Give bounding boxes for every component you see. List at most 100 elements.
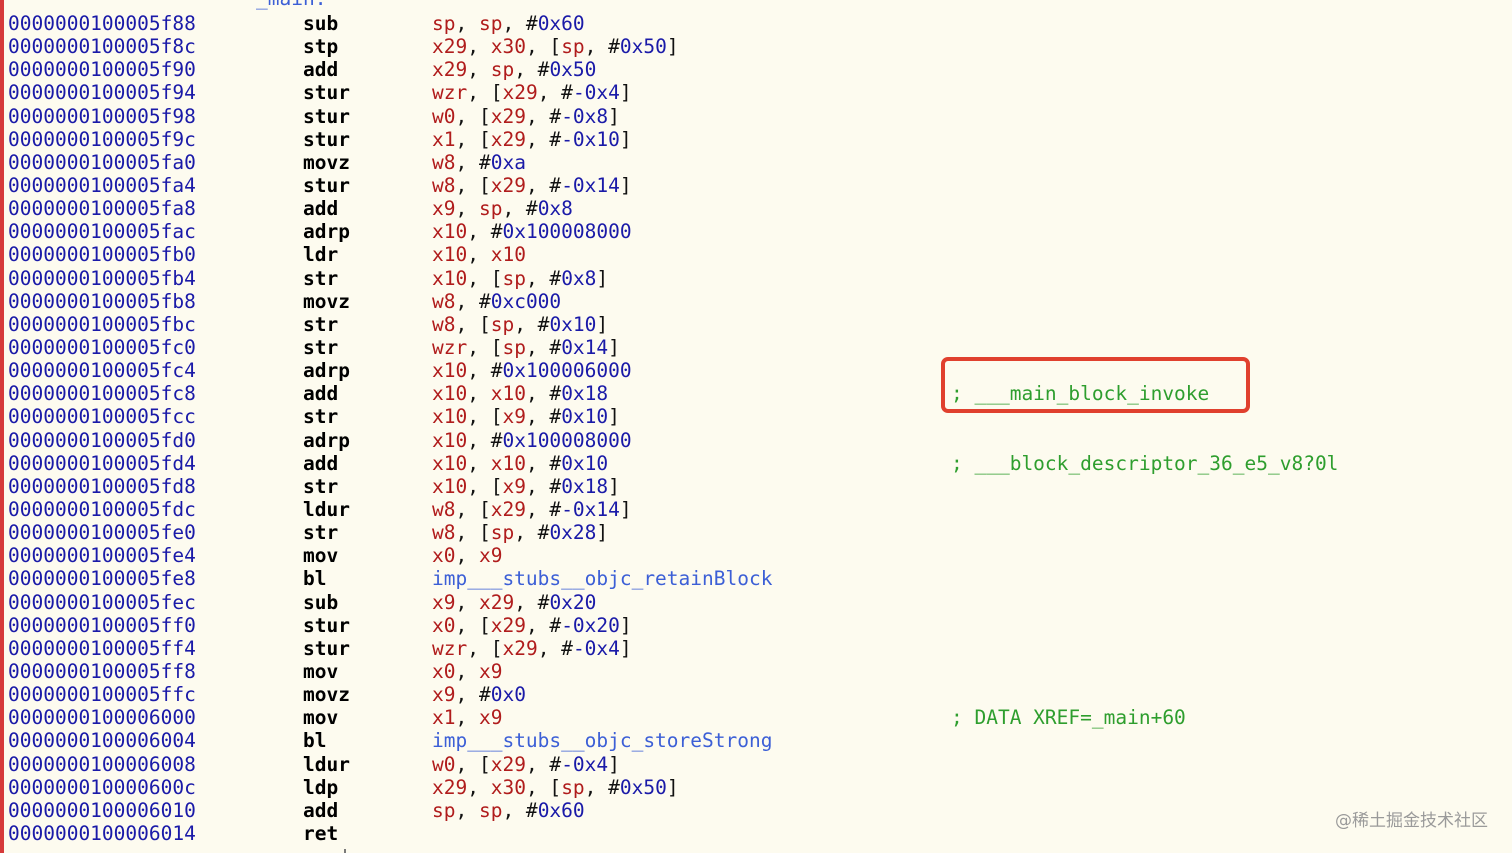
instruction-row[interactable]: 0000000100006008 ldur w0, [x29, #-0x4] [0, 753, 1512, 776]
instruction-address[interactable]: 0000000100005f88 [8, 12, 196, 35]
register-operand[interactable]: x30 [491, 776, 526, 799]
instruction-mnemonic[interactable]: stur [303, 637, 350, 660]
instruction-mnemonic[interactable]: adrp [303, 220, 350, 243]
register-operand[interactable]: x9 [479, 660, 502, 683]
instruction-row[interactable]: 0000000100005fe4 mov x0, x9 [0, 544, 1512, 567]
register-operand[interactable]: sp [479, 799, 502, 822]
register-operand[interactable]: sp [491, 58, 514, 81]
instruction-mnemonic[interactable]: str [303, 521, 338, 544]
instruction-address[interactable]: 0000000100005fe4 [8, 544, 196, 567]
instruction-address[interactable]: 0000000100005fcc [8, 405, 196, 428]
instruction-mnemonic[interactable]: mov [303, 706, 338, 729]
register-operand[interactable]: w8 [432, 313, 455, 336]
instruction-operands[interactable]: x1, [x29, #-0x10] [432, 128, 632, 151]
register-operand[interactable]: x30 [491, 35, 526, 58]
instruction-mnemonic[interactable]: stp [303, 35, 338, 58]
instruction-operands[interactable]: w8, #0xa [432, 151, 526, 174]
instruction-operands[interactable]: wzr, [sp, #0x14] [432, 336, 620, 359]
register-operand[interactable]: x10 [432, 452, 467, 475]
instruction-row[interactable]: 0000000100005fe8 bl imp___stubs__objc_reta… [0, 567, 1512, 590]
register-operand[interactable]: x9 [432, 197, 455, 220]
instruction-operands[interactable]: w8, [x29, #-0x14] [432, 174, 632, 197]
instruction-row[interactable]: 0000000100006004 bl imp___stubs__objc_stor… [0, 729, 1512, 752]
register-operand[interactable]: x29 [491, 498, 526, 521]
instruction-mnemonic[interactable]: stur [303, 614, 350, 637]
instruction-row[interactable]: 0000000100005fd0 adrp x10, #0x100008000 [0, 429, 1512, 452]
register-operand[interactable]: x10 [491, 382, 526, 405]
instruction-address[interactable]: 0000000100005fe8 [8, 567, 196, 590]
instruction-row[interactable]: 0000000100005fc8 add x10, x10, #0x18; ___m… [0, 382, 1512, 405]
instruction-operands[interactable]: x10, x10 [432, 243, 526, 266]
register-operand[interactable]: w8 [432, 174, 455, 197]
instruction-address[interactable]: 0000000100005f90 [8, 58, 196, 81]
instruction-address[interactable]: 0000000100005fd0 [8, 429, 196, 452]
instruction-row[interactable]: 0000000100005fb8 movz w8, #0xc000 [0, 290, 1512, 313]
register-operand[interactable]: x1 [432, 128, 455, 151]
instruction-operands[interactable]: x10, [sp, #0x8] [432, 267, 608, 290]
register-operand[interactable]: x29 [491, 174, 526, 197]
instruction-mnemonic[interactable]: stur [303, 128, 350, 151]
register-operand[interactable]: wzr [432, 81, 467, 104]
instruction-row[interactable]: 0000000100005fec sub x9, x29, #0x20 [0, 591, 1512, 614]
instruction-address[interactable]: 0000000100006014 [8, 822, 196, 845]
instruction-operands[interactable]: x1, x9 [432, 706, 502, 729]
instruction-address[interactable]: 0000000100005ff4 [8, 637, 196, 660]
register-operand[interactable]: x29 [432, 35, 467, 58]
instruction-operands[interactable]: x0, x9 [432, 544, 502, 567]
register-operand[interactable]: x29 [491, 105, 526, 128]
instruction-row[interactable]: 0000000100005fdc ldur w8, [x29, #-0x14] [0, 498, 1512, 521]
instruction-operands[interactable]: x10, [x9, #0x18] [432, 475, 620, 498]
register-operand[interactable]: x9 [502, 405, 525, 428]
register-operand[interactable]: w8 [432, 521, 455, 544]
instruction-row[interactable]: 0000000100005fa8 add x9, sp, #0x8 [0, 197, 1512, 220]
register-operand[interactable]: x9 [479, 544, 502, 567]
instruction-mnemonic[interactable]: str [303, 405, 338, 428]
instruction-mnemonic[interactable]: movz [303, 151, 350, 174]
register-operand[interactable]: sp [561, 35, 584, 58]
instruction-address[interactable]: 0000000100005fd4 [8, 452, 196, 475]
symbol-operand[interactable]: imp___stubs__objc_storeStrong [432, 729, 772, 752]
register-operand[interactable]: x29 [479, 591, 514, 614]
register-operand[interactable]: x10 [432, 405, 467, 428]
register-operand[interactable]: x10 [432, 429, 467, 452]
instruction-address[interactable]: 0000000100005fbc [8, 313, 196, 336]
instruction-mnemonic[interactable]: sub [303, 12, 338, 35]
instruction-address[interactable]: 0000000100005fd8 [8, 475, 196, 498]
register-operand[interactable]: wzr [432, 336, 467, 359]
register-operand[interactable]: sp [432, 799, 455, 822]
instruction-mnemonic[interactable]: bl [303, 567, 326, 590]
register-operand[interactable]: x10 [432, 220, 467, 243]
instruction-operands[interactable]: w8, [sp, #0x28] [432, 521, 608, 544]
instruction-operands[interactable]: wzr, [x29, #-0x4] [432, 81, 632, 104]
instruction-mnemonic[interactable]: mov [303, 544, 338, 567]
instruction-row[interactable]: 0000000100005fa4 stur w8, [x29, #-0x14] [0, 174, 1512, 197]
register-operand[interactable]: x9 [432, 591, 455, 614]
instruction-mnemonic[interactable]: sub [303, 591, 338, 614]
instruction-operands[interactable]: w8, #0xc000 [432, 290, 561, 313]
instruction-operands[interactable]: x9, #0x0 [432, 683, 526, 706]
register-operand[interactable]: x29 [491, 614, 526, 637]
instruction-address[interactable]: 0000000100005fc4 [8, 359, 196, 382]
register-operand[interactable]: x10 [432, 382, 467, 405]
instruction-mnemonic[interactable]: movz [303, 683, 350, 706]
instruction-row[interactable]: 0000000100005fc0 str wzr, [sp, #0x14] [0, 336, 1512, 359]
instruction-operands[interactable]: wzr, [x29, #-0x4] [432, 637, 632, 660]
instruction-address[interactable]: 0000000100006010 [8, 799, 196, 822]
instruction-address[interactable]: 0000000100005fe0 [8, 521, 196, 544]
instruction-operands[interactable]: w0, [x29, #-0x8] [432, 105, 620, 128]
instruction-mnemonic[interactable]: stur [303, 81, 350, 104]
instruction-row[interactable]: 0000000100006010 add sp, sp, #0x60 [0, 799, 1512, 822]
register-operand[interactable]: w8 [432, 498, 455, 521]
instruction-mnemonic[interactable]: ldp [303, 776, 338, 799]
instruction-mnemonic[interactable]: ldur [303, 498, 350, 521]
instruction-row[interactable]: 0000000100005f8c stp x29, x30, [sp, #0x50] [0, 35, 1512, 58]
register-operand[interactable]: x0 [432, 660, 455, 683]
instruction-address[interactable]: 000000010000600c [8, 776, 196, 799]
instruction-row[interactable]: 0000000100005fc4 adrp x10, #0x100006000 [0, 359, 1512, 382]
instruction-row[interactable]: 0000000100005fac adrp x10, #0x100008000 [0, 220, 1512, 243]
instruction-mnemonic[interactable]: ret [303, 822, 338, 845]
instruction-operands[interactable]: sp, sp, #0x60 [432, 12, 585, 35]
symbol-operand[interactable]: imp___stubs__objc_retainBlock [432, 567, 772, 590]
register-operand[interactable]: x1 [432, 706, 455, 729]
instruction-row[interactable]: 0000000100005f88 sub sp, sp, #0x60 [0, 12, 1512, 35]
